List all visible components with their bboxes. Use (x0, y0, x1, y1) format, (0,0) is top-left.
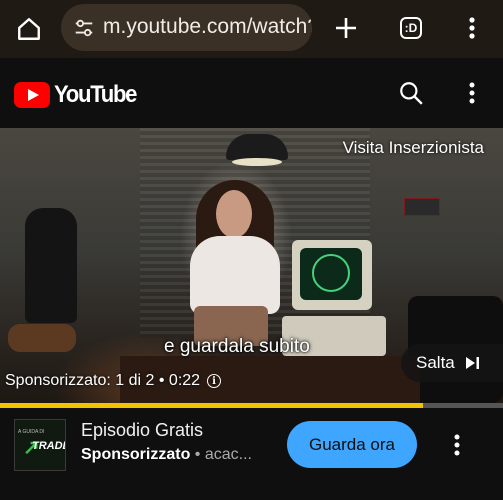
youtube-logo[interactable]: YouTube (14, 81, 143, 109)
visit-advertiser-link[interactable]: Visita Inserzionista (343, 138, 484, 158)
video-scene-coat (25, 208, 77, 323)
skip-ad-button[interactable]: Salta (401, 344, 503, 382)
video-player[interactable]: Visita Inserzionista e guardala subito S… (0, 128, 503, 403)
search-icon (400, 82, 423, 105)
ad-card[interactable]: A GUIDA DI ↗ TRADER Episodio Gratis Spon… (0, 408, 503, 500)
ad-status: Sponsorizzato: 1 di 2 • 0:22 i (5, 372, 222, 390)
plus-icon (336, 18, 356, 38)
video-scene-lamp (226, 134, 288, 160)
address-bar[interactable]: m.youtube.com/watch?v (61, 4, 312, 51)
skip-ad-label: Salta (416, 353, 455, 372)
video-scene-chair (8, 324, 76, 352)
youtube-play-logo-icon (14, 82, 50, 108)
new-tab-button[interactable] (330, 12, 362, 44)
home-icon (18, 18, 40, 40)
search-button[interactable] (398, 80, 424, 106)
youtube-header: YouTube (0, 58, 503, 128)
skip-next-icon (465, 357, 479, 369)
video-caption: e guardala subito (164, 336, 310, 357)
youtube-wordmark: YouTube (54, 81, 137, 108)
video-scene-person (190, 236, 280, 314)
ad-subtitle: Sponsorizzato • acac... (81, 446, 252, 464)
video-scene-wall-box (404, 198, 440, 216)
video-scene-lamp-glow (232, 158, 282, 166)
ad-thumbnail[interactable]: A GUIDA DI ↗ TRADER (14, 419, 66, 471)
video-scene-radar (312, 254, 350, 292)
url-text[interactable]: m.youtube.com/watch?v (103, 15, 312, 39)
ad-more-button[interactable] (446, 432, 468, 458)
site-settings-icon[interactable] (73, 17, 95, 39)
sponsored-label: Sponsorizzato (81, 446, 191, 463)
ad-status-text: Sponsorizzato: 1 di 2 • 0:22 (5, 372, 201, 389)
watch-now-button[interactable]: Guarda ora (287, 421, 417, 468)
info-icon[interactable]: i (207, 374, 222, 388)
ad-thumbnail-text: TRADER (32, 440, 65, 452)
ad-title[interactable]: Episodio Gratis (81, 420, 203, 441)
home-button[interactable] (12, 12, 46, 46)
youtube-menu-button[interactable] (466, 82, 478, 106)
tab-switcher-button[interactable]: :D (395, 12, 427, 44)
more-vert-icon (469, 17, 475, 39)
tab-count: :D (400, 17, 422, 39)
more-vert-icon (469, 82, 475, 104)
video-scene-person-face (216, 190, 252, 238)
more-vert-icon (454, 434, 460, 456)
browser-menu-button[interactable] (456, 12, 488, 44)
ad-domain: • acac... (190, 446, 252, 463)
browser-toolbar: m.youtube.com/watch?v :D (0, 0, 503, 58)
